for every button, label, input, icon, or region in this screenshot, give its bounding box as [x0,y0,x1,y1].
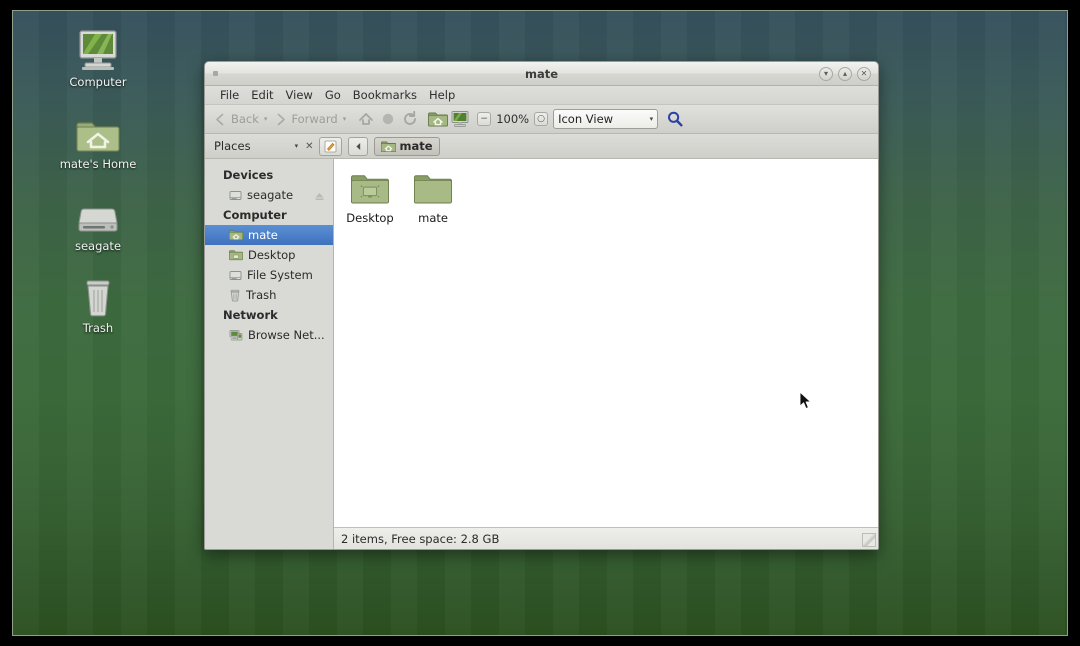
computer-monitor-icon [43,23,153,73]
sidebar-group-devices: Devices [205,165,333,185]
menu-go[interactable]: Go [319,88,347,102]
hard-drive-icon [43,187,153,237]
zoom-out-button[interactable]: − [477,112,491,126]
forward-caret-icon[interactable]: ▾ [343,115,347,123]
view-mode-select[interactable]: Icon View ▾ [553,109,658,129]
home-folder-icon [381,140,396,153]
left-arrow-icon [354,142,363,151]
location-bar: Places ▾ ✕ [205,134,878,159]
view-mode-label: Icon View [558,112,649,126]
window-menu-icon[interactable] [213,71,218,76]
home-folder-icon[interactable] [427,108,449,130]
desktop-folder-icon [342,169,398,209]
desktop-icon-label: Computer [43,76,153,89]
network-icon [229,329,243,342]
sidebar-item-desktop[interactable]: Desktop [205,245,333,265]
sidebar-group-computer: Computer [205,205,333,225]
desktop-icon-mates-home[interactable]: mate's Home [43,105,153,171]
back-label: Back [231,112,259,126]
home-icon[interactable] [355,108,377,130]
breadcrumb-label: mate [399,139,432,153]
file-item-label: mate [405,211,461,225]
home-folder-icon [43,105,153,155]
menu-edit[interactable]: Edit [245,88,279,102]
status-text: 2 items, Free space: 2.8 GB [341,532,499,546]
window-titlebar[interactable]: mate ▾ ▴ ✕ [205,62,878,86]
forward-label: Forward [291,112,337,126]
desktop-icon-seagate[interactable]: seagate [43,187,153,253]
menu-view[interactable]: View [280,88,319,102]
desktop-icon-label: seagate [43,240,153,253]
pencil-icon [324,140,337,153]
icon-view-area[interactable]: Desktop mate [334,159,878,527]
desktop-icon-label: mate's Home [43,158,153,171]
places-sidebar[interactable]: Devices seagate Computer [205,159,334,549]
close-button[interactable]: ✕ [857,67,871,81]
maximize-button[interactable]: ▴ [838,67,852,81]
sidebar-item-trash[interactable]: Trash [205,285,333,305]
file-item-desktop[interactable]: Desktop [342,169,398,225]
file-manager-window[interactable]: mate ▾ ▴ ✕ File Edit View Go Bookmarks H… [204,61,879,550]
menu-file[interactable]: File [214,88,245,102]
back-button[interactable]: Back ▾ [210,112,270,127]
folder-icon [405,169,461,209]
path-back-button[interactable] [348,137,368,156]
places-label: Places [214,139,251,153]
menu-bar: File Edit View Go Bookmarks Help [205,86,878,105]
forward-button[interactable]: Forward ▾ [270,112,349,127]
sidebar-group-network: Network [205,305,333,325]
window-body: Devices seagate Computer [205,159,878,549]
back-arrow-icon [213,112,228,127]
desktop-icon-label: Trash [43,322,153,335]
sidebar-item-label: File System [247,268,313,282]
resize-grip[interactable] [862,533,876,547]
reload-icon[interactable] [399,108,421,130]
chevron-down-icon: ▾ [650,115,654,123]
minimize-button[interactable]: ▾ [819,67,833,81]
trash-icon [229,289,241,302]
sidebar-item-mate[interactable]: mate [205,225,333,245]
file-item-mate[interactable]: mate [405,169,461,225]
zoom-reset-button[interactable]: ○ [534,112,548,126]
window-title: mate [205,67,878,81]
breadcrumb-mate[interactable]: mate [374,137,439,156]
sidebar-item-file-system[interactable]: File System [205,265,333,285]
eject-icon[interactable] [314,186,325,205]
desktop[interactable]: Computer mate's Home [12,10,1068,636]
desktop-icon-trash[interactable]: Trash [43,269,153,335]
menu-help[interactable]: Help [423,88,461,102]
sidebar-item-label: Trash [246,288,276,302]
toolbar: Back ▾ Forward ▾ [205,105,878,134]
stop-icon[interactable] [377,108,399,130]
sidebar-item-label: Desktop [248,248,295,262]
zoom-level-label: 100% [491,112,534,126]
back-caret-icon[interactable]: ▾ [264,115,268,123]
drive-icon [229,269,242,282]
desktop-folder-icon [229,249,243,261]
sidebar-item-label: mate [248,228,278,242]
edit-location-button[interactable] [319,137,342,156]
trash-bin-icon [43,269,153,319]
status-bar: 2 items, Free space: 2.8 GB [334,527,878,549]
window-controls: ▾ ▴ ✕ [819,67,871,81]
desktop-icon-list: Computer mate's Home [43,23,153,351]
sidebar-item-label: seagate [247,188,293,202]
sidebar-item-browse-network[interactable]: Browse Net... [205,325,333,345]
home-folder-icon [229,229,243,241]
places-caret-icon[interactable]: ▾ [295,142,299,150]
drive-icon [229,189,242,202]
forward-arrow-icon [273,112,288,127]
search-icon[interactable] [664,108,686,130]
computer-icon[interactable] [449,108,471,130]
file-pane[interactable]: Desktop mate 2 items, Free space: 2 [334,159,878,549]
sidebar-item-label: Browse Net... [248,328,325,342]
file-item-label: Desktop [342,211,398,225]
places-close-icon[interactable]: ✕ [305,141,313,152]
desktop-icon-computer[interactable]: Computer [43,23,153,89]
menu-bookmarks[interactable]: Bookmarks [347,88,423,102]
sidebar-item-seagate[interactable]: seagate [205,185,333,205]
